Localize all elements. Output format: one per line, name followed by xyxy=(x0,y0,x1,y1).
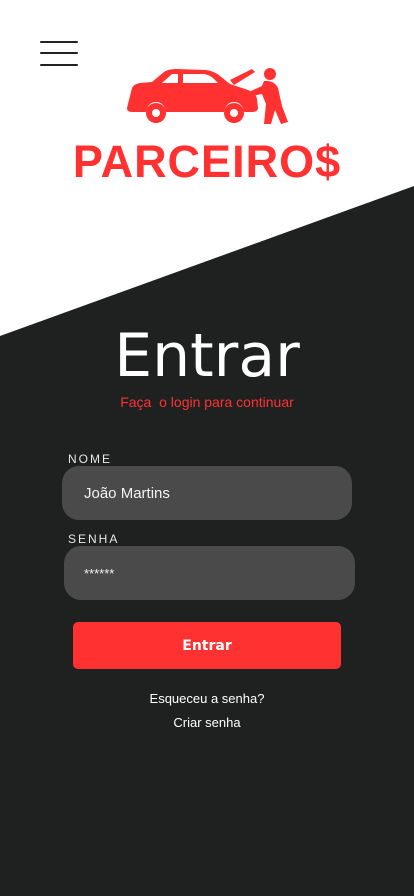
name-label: NOME xyxy=(68,452,112,466)
create-password-link[interactable]: Criar senha xyxy=(0,715,414,730)
password-input[interactable] xyxy=(64,546,355,600)
page-subtitle: Faça o login para continuar xyxy=(120,394,294,410)
brand-name: PARCEIRO$ xyxy=(72,136,342,187)
forgot-password-link[interactable]: Esqueceu a senha? xyxy=(0,691,414,706)
car-mechanic-icon xyxy=(127,68,288,124)
password-label: SENHA xyxy=(68,532,120,546)
login-button[interactable]: Entrar xyxy=(73,622,341,669)
hamburger-menu-icon xyxy=(40,41,78,43)
menu-line xyxy=(40,52,78,54)
page-title: Entrar xyxy=(114,321,300,391)
dark-background-shape xyxy=(0,186,414,896)
name-input[interactable] xyxy=(62,466,352,520)
menu-button[interactable] xyxy=(40,40,78,68)
menu-line xyxy=(40,64,78,66)
